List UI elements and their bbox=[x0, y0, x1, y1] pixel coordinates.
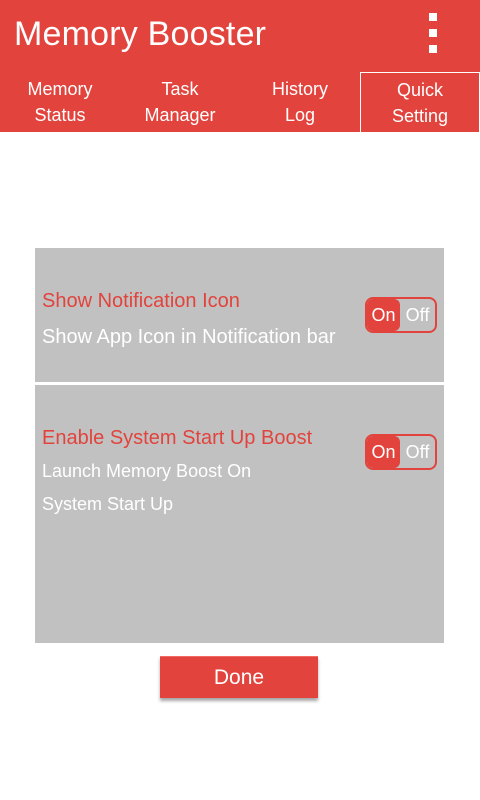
toggle-off-label: Off bbox=[405, 304, 430, 325]
overflow-dot bbox=[429, 29, 437, 37]
done-button[interactable]: Done bbox=[160, 656, 318, 698]
toggle-on-label: On bbox=[367, 436, 400, 468]
setting-description: Launch Memory Boost On System Start Up bbox=[42, 461, 252, 514]
app-bar: Memory Booster bbox=[0, 0, 480, 72]
setting-card-startup-boost: Enable System Start Up Boost Launch Memo… bbox=[35, 385, 444, 643]
toggle-on-label: On bbox=[367, 299, 400, 331]
tab-history-log[interactable]: History Log bbox=[240, 72, 360, 132]
app-title: Memory Booster bbox=[14, 15, 267, 53]
startup-boost-toggle[interactable]: On Off bbox=[365, 434, 437, 470]
more-vertical-icon[interactable] bbox=[416, 10, 450, 56]
notification-icon-toggle[interactable]: On Off bbox=[365, 297, 437, 333]
tab-task-manager[interactable]: Task Manager bbox=[120, 72, 240, 132]
tab-bar: Memory Status Task Manager History Log Q… bbox=[0, 72, 480, 132]
setting-description: Show App Icon in Notification bar bbox=[42, 326, 336, 348]
tab-quick-setting[interactable]: Quick Setting bbox=[360, 72, 480, 132]
overflow-dot bbox=[429, 13, 437, 21]
setting-title: Enable System Start Up Boost bbox=[42, 427, 313, 449]
overflow-dot bbox=[429, 45, 437, 53]
tab-memory-status[interactable]: Memory Status bbox=[0, 72, 120, 132]
toggle-off-label: Off bbox=[405, 441, 430, 462]
setting-title: Show Notification Icon bbox=[42, 290, 240, 312]
setting-card-notification: Show Notification Icon Show App Icon in … bbox=[35, 248, 444, 382]
